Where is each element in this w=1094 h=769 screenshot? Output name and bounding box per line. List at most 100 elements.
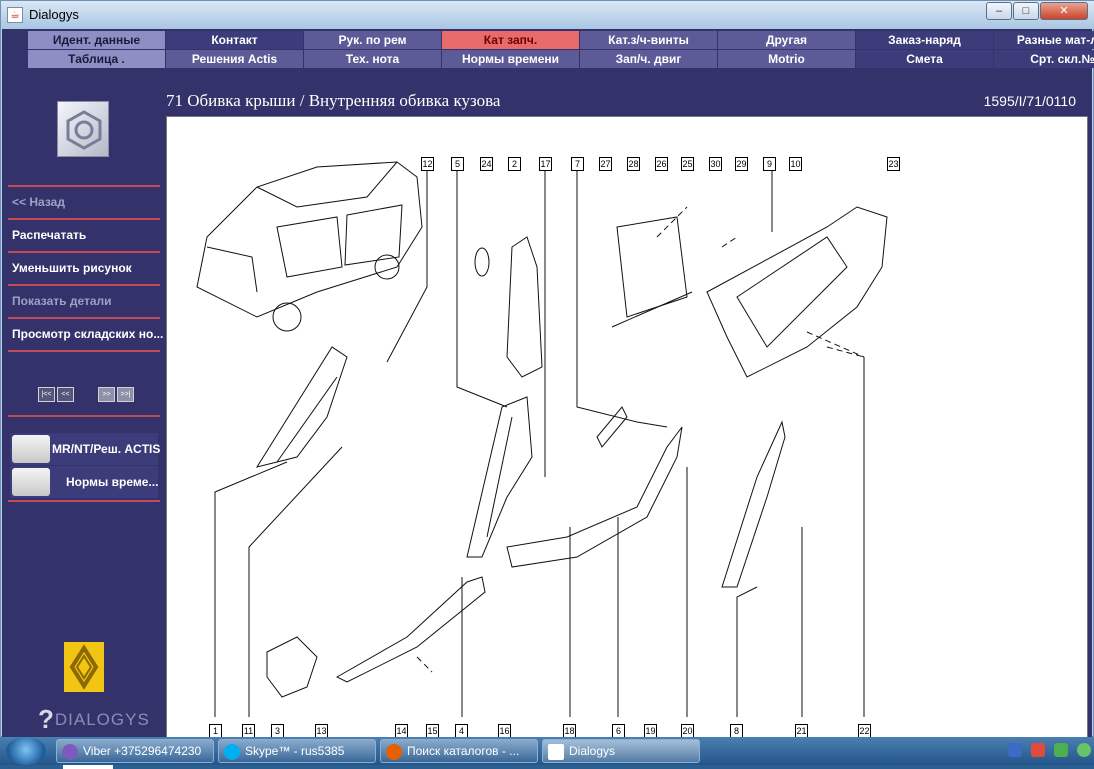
callout-3[interactable]: 3	[271, 724, 284, 737]
callout-16[interactable]: 16	[498, 724, 511, 737]
callout-28[interactable]: 28	[627, 157, 640, 171]
callout-24[interactable]: 24	[480, 157, 493, 171]
callout-23[interactable]: 23	[887, 157, 900, 171]
app-client-area: Идент. данные Контакт Рук. по рем Кат за…	[2, 29, 1094, 769]
menu-work-order[interactable]: Заказ-наряд	[856, 31, 993, 49]
java-icon	[548, 744, 564, 760]
firefox-icon	[386, 744, 402, 760]
labor-times-label: Нормы време...	[66, 475, 159, 489]
menu-contact[interactable]: Контакт	[166, 31, 303, 49]
close-button[interactable]: ✕	[1040, 2, 1088, 20]
callout-11[interactable]: 11	[242, 724, 255, 737]
zoom-out-link[interactable]: Уменьшить рисунок	[12, 261, 132, 275]
menu-estimate[interactable]: Смета	[856, 50, 993, 68]
java-app-icon: ☕	[7, 7, 23, 23]
tray-keyboard-icon[interactable]	[1008, 743, 1022, 757]
tray-network-icon[interactable]	[1054, 743, 1068, 757]
separator	[8, 317, 160, 319]
parts-diagram[interactable]: 12 5 24 2 17 7 27 28 26 25 30 29 9 10 23…	[166, 116, 1088, 738]
menu-motrio[interactable]: Motrio	[718, 50, 855, 68]
separator	[8, 500, 160, 502]
callout-6[interactable]: 6	[612, 724, 625, 737]
minimize-button[interactable]: –	[986, 2, 1012, 20]
menu-parts-screws[interactable]: Кат.з/ч-винты	[580, 31, 717, 49]
taskbar-firefox[interactable]: Поиск каталогов - ...	[380, 739, 538, 763]
tray-status-icon[interactable]	[1031, 743, 1045, 757]
callout-25[interactable]: 25	[681, 157, 694, 171]
separator	[8, 350, 160, 352]
separator	[8, 185, 160, 187]
plate-code: 1595/I/71/0110	[983, 93, 1076, 109]
menu-row-2: Таблица . Решения Actis Тех. нота Нормы …	[28, 50, 1094, 68]
top-menu: Идент. данные Контакт Рук. по рем Кат за…	[28, 31, 1094, 69]
taskbar-skype[interactable]: Skype™ - rus5385	[218, 739, 376, 763]
actis-button-label: MR/NT/Реш. ACTIS	[52, 442, 161, 456]
menu-parts-catalog[interactable]: Кат запч.	[442, 31, 579, 49]
separator	[8, 251, 160, 253]
menu-other[interactable]: Другая	[718, 31, 855, 49]
last-page-button[interactable]: >>|	[117, 387, 134, 402]
callout-5[interactable]: 5	[451, 157, 464, 171]
renault-logo	[64, 642, 104, 692]
menu-tech-note[interactable]: Тех. нота	[304, 50, 441, 68]
application-window: ☕ Dialogys – □ ✕ Идент. данные Контакт Р…	[0, 0, 1094, 769]
menu-row-1: Идент. данные Контакт Рук. по рем Кат за…	[28, 31, 1094, 49]
menu-labor-times[interactable]: Нормы времени	[442, 50, 579, 68]
print-link[interactable]: Распечатать	[12, 228, 86, 242]
callout-20[interactable]: 20	[681, 724, 694, 737]
callout-15[interactable]: 15	[426, 724, 439, 737]
page-title: 71 Обивка крыши / Внутренняя обивка кузо…	[166, 91, 501, 110]
menu-repair-manual[interactable]: Рук. по рем	[304, 31, 441, 49]
callout-29[interactable]: 29	[735, 157, 748, 171]
menu-actis-solutions[interactable]: Решения Actis	[166, 50, 303, 68]
callout-13[interactable]: 13	[315, 724, 328, 737]
callout-27[interactable]: 27	[599, 157, 612, 171]
start-button[interactable]	[6, 737, 46, 765]
actis-button[interactable]: MR/NT/Реш. ACTIS	[10, 433, 161, 465]
hex-nut-icon[interactable]	[57, 101, 109, 157]
taskbar-dialogys[interactable]: Dialogys	[542, 739, 700, 763]
sidebar: << Назад Распечатать Уменьшить рисунок П…	[8, 89, 163, 769]
callout-8[interactable]: 8	[730, 724, 743, 737]
viber-icon	[62, 744, 78, 760]
menu-engine-parts[interactable]: Зап/ч. двиг	[580, 50, 717, 68]
callout-12[interactable]: 12	[421, 157, 434, 171]
wrench-icon	[12, 435, 50, 463]
taskbar-viber[interactable]: Viber +375296474230	[56, 739, 214, 763]
window-title: Dialogys	[29, 7, 79, 22]
taskbar: Viber +375296474230 Skype™ - rus5385 Пои…	[0, 737, 1094, 765]
back-link[interactable]: << Назад	[12, 195, 65, 209]
callout-7[interactable]: 7	[571, 157, 584, 171]
callout-26[interactable]: 26	[655, 157, 668, 171]
menu-misc-materials[interactable]: Разные мат-лы	[994, 31, 1094, 49]
callout-18[interactable]: 18	[563, 724, 576, 737]
prev-page-button[interactable]: <<	[57, 387, 74, 402]
maximize-button[interactable]: □	[1013, 2, 1039, 20]
callout-30[interactable]: 30	[709, 157, 722, 171]
callout-19[interactable]: 19	[644, 724, 657, 737]
callout-14[interactable]: 14	[395, 724, 408, 737]
callout-22[interactable]: 22	[858, 724, 871, 737]
menu-ident-data[interactable]: Идент. данные	[28, 31, 165, 49]
separator	[8, 218, 160, 220]
callout-9[interactable]: 9	[763, 157, 776, 171]
tray-check-icon[interactable]	[1077, 743, 1091, 757]
separator	[8, 415, 160, 417]
first-page-button[interactable]: |<<	[38, 387, 55, 402]
labor-times-button[interactable]: Нормы време...	[10, 466, 158, 498]
menu-table[interactable]: Таблица .	[28, 50, 165, 68]
title-bar[interactable]: ☕ Dialogys – □ ✕	[1, 1, 1094, 29]
pager: |<< << >> >>|	[38, 387, 134, 402]
separator	[8, 284, 160, 286]
next-page-button[interactable]: >>	[98, 387, 115, 402]
stock-view-link[interactable]: Просмотр складских но...	[12, 327, 163, 341]
callout-10[interactable]: 10	[789, 157, 802, 171]
callout-2[interactable]: 2	[508, 157, 521, 171]
show-details-link[interactable]: Показать детали	[12, 294, 112, 308]
callout-1[interactable]: 1	[209, 724, 222, 737]
callout-21[interactable]: 21	[795, 724, 808, 737]
callout-17[interactable]: 17	[539, 157, 552, 171]
exploded-view-drawing	[196, 161, 888, 717]
callout-4[interactable]: 4	[455, 724, 468, 737]
menu-stock-number[interactable]: Срт. скл.№	[994, 50, 1094, 68]
